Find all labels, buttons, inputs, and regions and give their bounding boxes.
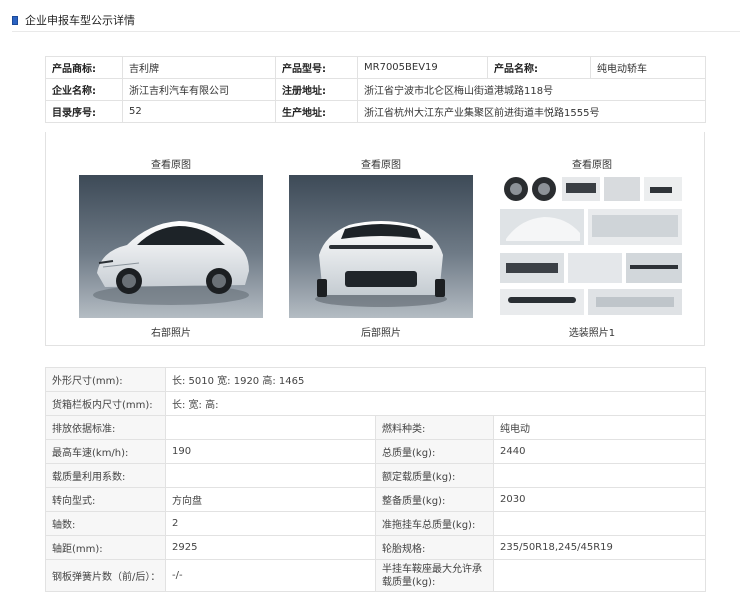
emission-label: 排放依据标准: — [45, 415, 166, 440]
brand-label: 产品商标: — [45, 56, 123, 79]
view-original-link[interactable]: 查看原图 — [79, 156, 263, 171]
car-rear-photo[interactable] — [289, 175, 473, 318]
table-row: 最高车速(km/h): 190 总质量(kg): 2440 — [45, 439, 706, 464]
company-label: 企业名称: — [45, 78, 123, 101]
wheelbase-label: 轴距(mm): — [45, 535, 166, 560]
view-original-link[interactable]: 查看原图 — [289, 156, 473, 171]
spring-value: -/- — [165, 559, 376, 592]
model-label: 产品型号: — [275, 56, 358, 79]
view-original-link[interactable]: 查看原图 — [500, 156, 684, 171]
brand-value: 吉利牌 — [122, 56, 276, 79]
spec-table: 外形尺寸(mm): 长: 5010 宽: 1920 高: 1465 货箱栏板内尺… — [45, 367, 706, 592]
photo-panel: 查看原图 右部照片 查看原图 后部照片 查看原图 选装照片1 — [45, 132, 705, 346]
rated-load-value — [493, 463, 706, 488]
table-row: 外形尺寸(mm): 长: 5010 宽: 1920 高: 1465 — [45, 367, 706, 392]
wheelbase-value: 2925 — [165, 535, 376, 560]
name-label: 产品名称: — [487, 56, 591, 79]
fuel-value: 纯电动 — [493, 415, 706, 440]
catalog-label: 目录序号: — [45, 100, 123, 123]
page-header: 企业申报车型公示详情 — [12, 11, 135, 29]
page-title: 企业申报车型公示详情 — [25, 14, 135, 27]
cargo-value: 长: 宽: 高: — [165, 391, 706, 416]
photo-caption: 选装照片1 — [568, 328, 616, 339]
table-row: 货箱栏板内尺寸(mm): 长: 宽: 高: — [45, 391, 706, 416]
table-row: 企业名称: 浙江吉利汽车有限公司 注册地址: 浙江省宁波市北仑区梅山街道港城路1… — [45, 78, 706, 101]
model-value: MR7005BEV19 — [357, 56, 488, 79]
axles-value: 2 — [165, 511, 376, 536]
name-value: 纯电动轿车 — [590, 56, 706, 79]
load-coef-label: 载质量利用系数: — [45, 463, 166, 488]
trailer-value — [493, 511, 706, 536]
table-row: 轴距(mm): 2925 轮胎规格: 235/50R18,245/45R19 — [45, 535, 706, 560]
spring-label: 钢板弹簧片数（前/后）： — [45, 559, 166, 592]
dims-label: 外形尺寸(mm): — [45, 367, 166, 392]
curb-label: 整备质量(kg): — [375, 487, 494, 512]
total-mass-label: 总质量(kg): — [375, 439, 494, 464]
fuel-label: 燃料种类: — [375, 415, 494, 440]
option-photo-collage[interactable] — [500, 175, 684, 318]
prod-addr-label: 生产地址: — [275, 100, 358, 123]
saddle-label: 半挂车鞍座最大允许承载质量(kg): — [375, 559, 494, 592]
photo-caption: 后部照片 — [361, 328, 401, 339]
catalog-value: 52 — [122, 100, 276, 123]
header-divider — [12, 31, 740, 32]
photo-caption: 右部照片 — [151, 328, 191, 339]
curb-value: 2030 — [493, 487, 706, 512]
steering-value: 方向盘 — [165, 487, 376, 512]
table-row: 轴数: 2 准拖挂车总质量(kg): — [45, 511, 706, 536]
table-row: 目录序号: 52 生产地址: 浙江省杭州大江东产业集聚区前进街道丰悦路1555号 — [45, 100, 706, 123]
rated-load-label: 额定载质量(kg): — [375, 463, 494, 488]
basic-info-table: 产品商标: 吉利牌 产品型号: MR7005BEV19 产品名称: 纯电动轿车 … — [45, 56, 706, 123]
emission-value — [165, 415, 376, 440]
dims-value: 长: 5010 宽: 1920 高: 1465 — [165, 367, 706, 392]
saddle-value — [493, 559, 706, 592]
total-mass-value: 2440 — [493, 439, 706, 464]
axles-label: 轴数: — [45, 511, 166, 536]
speed-value: 190 — [165, 439, 376, 464]
speed-label: 最高车速(km/h): — [45, 439, 166, 464]
steering-label: 转向型式: — [45, 487, 166, 512]
table-row: 转向型式: 方向盘 整备质量(kg): 2030 — [45, 487, 706, 512]
trailer-label: 准拖挂车总质量(kg): — [375, 511, 494, 536]
prod-addr-value: 浙江省杭州大江东产业集聚区前进街道丰悦路1555号 — [357, 100, 706, 123]
table-row: 钢板弹簧片数（前/后）： -/- 半挂车鞍座最大允许承载质量(kg): — [45, 559, 706, 592]
table-row: 产品商标: 吉利牌 产品型号: MR7005BEV19 产品名称: 纯电动轿车 — [45, 56, 706, 79]
tire-value: 235/50R18,245/45R19 — [493, 535, 706, 560]
doc-icon — [12, 15, 18, 25]
company-value: 浙江吉利汽车有限公司 — [122, 78, 276, 101]
load-coef-value — [165, 463, 376, 488]
reg-addr-label: 注册地址: — [275, 78, 358, 101]
cargo-label: 货箱栏板内尺寸(mm): — [45, 391, 166, 416]
tire-label: 轮胎规格: — [375, 535, 494, 560]
table-row: 排放依据标准: 燃料种类: 纯电动 — [45, 415, 706, 440]
table-row: 载质量利用系数: 额定载质量(kg): — [45, 463, 706, 488]
reg-addr-value: 浙江省宁波市北仑区梅山街道港城路118号 — [357, 78, 706, 101]
car-side-photo[interactable] — [79, 175, 263, 318]
